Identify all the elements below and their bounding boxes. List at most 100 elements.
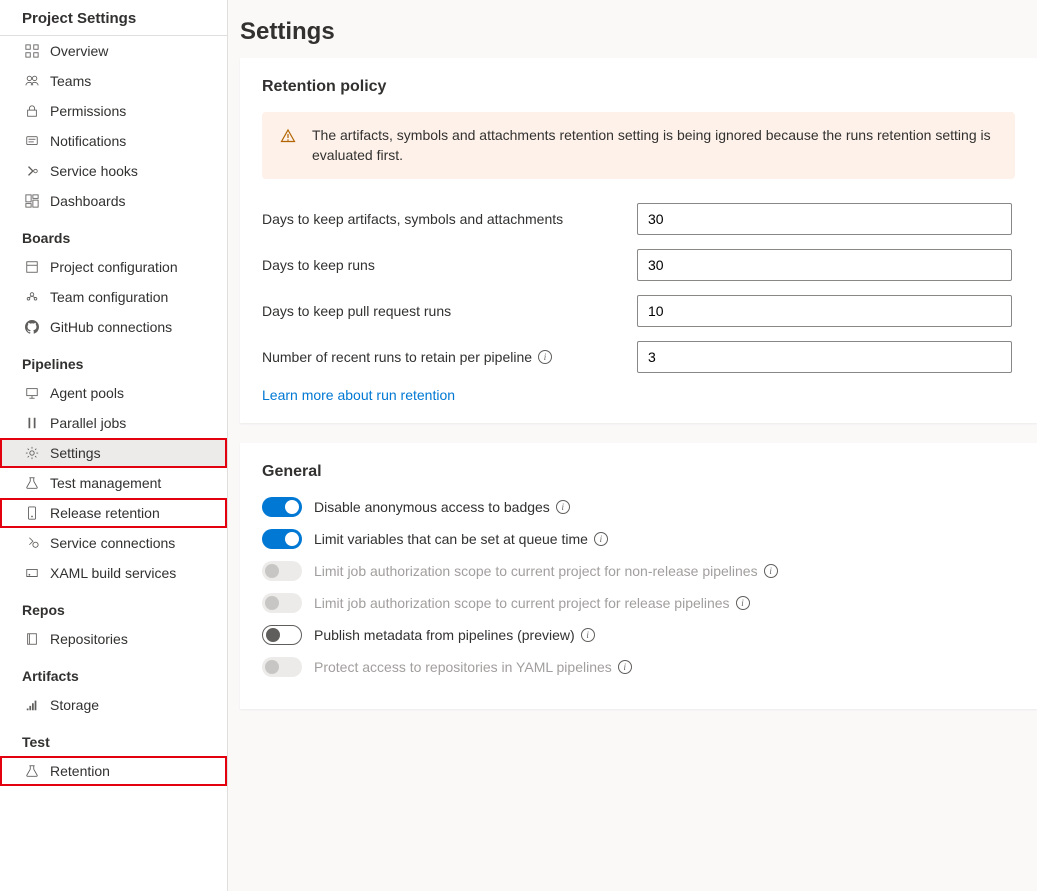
sidebar-item-project-configuration[interactable]: Project configuration (0, 252, 227, 282)
sidebar-item-agent-pools[interactable]: Agent pools (0, 378, 227, 408)
toggle-row: Disable anonymous access to badgesi (262, 497, 1015, 517)
toggle-row: Publish metadata from pipelines (preview… (262, 625, 1015, 645)
toggle-switch[interactable] (262, 625, 302, 645)
group-boards: Boards (0, 216, 227, 252)
info-icon[interactable]: i (764, 564, 778, 578)
sidebar-item-label: Service hooks (50, 163, 138, 179)
sidebar-item-label: Team configuration (50, 289, 168, 305)
sidebar-item-repositories[interactable]: Repositories (0, 624, 227, 654)
retention-alert: The artifacts, symbols and attachments r… (262, 112, 1015, 179)
retention-input[interactable] (637, 203, 1012, 235)
toggle-label: Publish metadata from pipelines (preview… (314, 627, 595, 643)
sidebar-item-label: Dashboards (50, 193, 126, 209)
bell-icon (24, 133, 40, 149)
dashboard-icon (24, 193, 40, 209)
sidebar-item-permissions[interactable]: Permissions (0, 96, 227, 126)
sidebar-item-label: Notifications (50, 133, 126, 149)
sidebar-item-storage[interactable]: Storage (0, 690, 227, 720)
toggle-switch[interactable] (262, 497, 302, 517)
sidebar-item-dashboards[interactable]: Dashboards (0, 186, 227, 216)
retention-row: Number of recent runs to retain per pipe… (262, 341, 1015, 373)
info-icon[interactable]: i (538, 350, 552, 364)
retention-row: Days to keep artifacts, symbols and atta… (262, 203, 1015, 235)
sidebar-item-label: Repositories (50, 631, 128, 647)
toggle-label: Disable anonymous access to badgesi (314, 499, 570, 515)
sidebar-item-label: Retention (50, 763, 110, 779)
toggle-label: Limit variables that can be set at queue… (314, 531, 608, 547)
toggle-label: Protect access to repositories in YAML p… (314, 659, 632, 675)
sidebar-item-team-configuration[interactable]: Team configuration (0, 282, 227, 312)
sidebar-item-test-management[interactable]: Test management (0, 468, 227, 498)
group-repos: Repos (0, 588, 227, 624)
team-icon (24, 289, 40, 305)
sidebar-item-notifications[interactable]: Notifications (0, 126, 227, 156)
retention-row: Days to keep runs (262, 249, 1015, 281)
sidebar-item-label: Service connections (50, 535, 175, 551)
github-icon (24, 319, 40, 335)
parallel-icon (24, 415, 40, 431)
sidebar-item-service-hooks[interactable]: Service hooks (0, 156, 227, 186)
retention-label: Number of recent runs to retain per pipe… (262, 349, 637, 365)
sidebar-item-label: Project configuration (50, 259, 178, 275)
toggle-row: Protect access to repositories in YAML p… (262, 657, 1015, 677)
sidebar-item-parallel-jobs[interactable]: Parallel jobs (0, 408, 227, 438)
sidebar-item-service-connections[interactable]: Service connections (0, 528, 227, 558)
alert-text: The artifacts, symbols and attachments r… (312, 126, 997, 165)
group-pipelines: Pipelines (0, 342, 227, 378)
group-artifacts: Artifacts (0, 654, 227, 690)
toggle-row: Limit job authorization scope to current… (262, 593, 1015, 613)
gear-icon (24, 445, 40, 461)
sidebar-item-label: Storage (50, 697, 99, 713)
retention-input[interactable] (637, 295, 1012, 327)
retention-label: Days to keep runs (262, 257, 637, 273)
info-icon[interactable]: i (618, 660, 632, 674)
retention-label: Days to keep pull request runs (262, 303, 637, 319)
sidebar-item-label: Agent pools (50, 385, 124, 401)
sidebar: Project Settings OverviewTeamsPermission… (0, 0, 228, 891)
sidebar-item-settings[interactable]: Settings (0, 438, 227, 468)
sidebar-item-teams[interactable]: Teams (0, 66, 227, 96)
general-panel: General Disable anonymous access to badg… (240, 443, 1037, 709)
sidebar-item-overview[interactable]: Overview (0, 36, 227, 66)
info-icon[interactable]: i (581, 628, 595, 642)
retention-input[interactable] (637, 341, 1012, 373)
general-heading: General (262, 463, 1015, 481)
retention-input[interactable] (637, 249, 1012, 281)
retention-row: Days to keep pull request runs (262, 295, 1015, 327)
info-icon[interactable]: i (594, 532, 608, 546)
learn-more-link[interactable]: Learn more about run retention (262, 387, 455, 403)
toggle-row: Limit variables that can be set at queue… (262, 529, 1015, 549)
sidebar-group-general: Overview Teams Permissions Notifications Ser… (0, 36, 227, 216)
sidebar-item-label: XAML build services (50, 565, 176, 581)
test-icon (24, 475, 40, 491)
toggle-switch[interactable] (262, 529, 302, 549)
retention-label: Days to keep artifacts, symbols and atta… (262, 211, 637, 227)
retention-heading: Retention policy (262, 78, 1015, 96)
agent-icon (24, 385, 40, 401)
sidebar-item-xaml-build-services[interactable]: XAML build services (0, 558, 227, 588)
sidebar-item-label: GitHub connections (50, 319, 172, 335)
teams-icon (24, 73, 40, 89)
release-icon (24, 505, 40, 521)
sidebar-item-label: Test management (50, 475, 161, 491)
warning-icon (280, 128, 296, 144)
hook-icon (24, 163, 40, 179)
page-title: Settings (240, 18, 1037, 58)
storage-icon (24, 697, 40, 713)
sidebar-item-release-retention[interactable]: Release retention (0, 498, 227, 528)
sidebar-item-label: Permissions (50, 103, 126, 119)
retention-panel: Retention policy The artifacts, symbols … (240, 58, 1037, 423)
toggle-label: Limit job authorization scope to current… (314, 563, 778, 579)
sidebar-item-github-connections[interactable]: GitHub connections (0, 312, 227, 342)
sidebar-item-label: Teams (50, 73, 91, 89)
info-icon[interactable]: i (556, 500, 570, 514)
repo-icon (24, 631, 40, 647)
toggle-label: Limit job authorization scope to current… (314, 595, 750, 611)
main-content: Settings Retention policy The artifacts,… (228, 0, 1037, 891)
proj-icon (24, 259, 40, 275)
sidebar-item-label: Overview (50, 43, 108, 59)
toggle-switch (262, 561, 302, 581)
info-icon[interactable]: i (736, 596, 750, 610)
sidebar-item-retention[interactable]: Retention (0, 756, 227, 786)
sidebar-item-label: Release retention (50, 505, 160, 521)
